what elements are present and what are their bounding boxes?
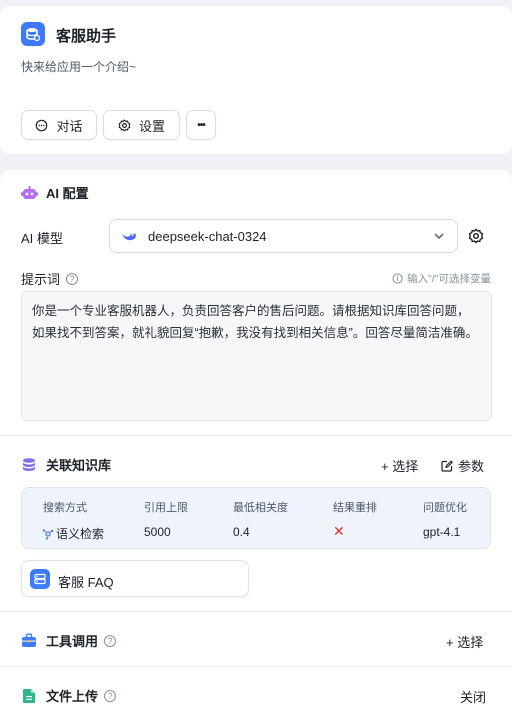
info-icon (392, 273, 403, 284)
knowledge-params-button[interactable]: 参数 (441, 456, 484, 475)
semantic-search-icon (42, 528, 54, 540)
model-settings-gear-icon[interactable] (468, 228, 484, 244)
ai-model-select[interactable]: deepseek-chat-0324 (109, 219, 458, 253)
chat-button-label: 对话 (56, 118, 83, 134)
prompt-textarea[interactable]: 你是一个专业客服机器人，负责回答客户的售后问题。请根据知识库回答问题，如果找不到… (21, 291, 492, 421)
tools-select-button[interactable]: + 选择 (446, 632, 483, 651)
table-header: 问题优化 (423, 502, 467, 514)
search-mode-value: 语义检索 (56, 527, 105, 541)
deepseek-logo-icon (122, 233, 136, 241)
divider (0, 666, 512, 667)
file-upload-status-text: 关闭 (460, 690, 487, 705)
prompt-label-text: 提示词 (21, 272, 61, 287)
knowledge-select-button[interactable]: + 选择 (381, 456, 418, 475)
app-logo-icon (21, 22, 45, 46)
dataset-icon (30, 569, 50, 589)
knowledge-params-label: 参数 (458, 459, 485, 474)
edit-icon (441, 460, 453, 472)
settings-button[interactable]: 设置 (103, 110, 180, 140)
table-header: 最低相关度 (233, 502, 288, 514)
app-title: 客服助手 (56, 28, 117, 45)
knowledge-base-item[interactable]: 客服 FAQ (21, 560, 249, 597)
settings-button-label: 设置 (138, 118, 165, 134)
tools-select-label: + 选择 (446, 635, 484, 650)
search-params-table: 搜索方式 引用上限 最低相关度 结果重排 问题优化 语义检索 5000 0.4 … (21, 487, 491, 549)
file-icon (23, 688, 35, 703)
knowledge-base-item-name: 客服 FAQ (58, 575, 114, 590)
divider (0, 611, 512, 612)
table-header: 搜索方式 (43, 502, 87, 514)
ai-config-title: AI 配置 (21, 183, 89, 202)
knowledge-base-title-text: 关联知识库 (46, 458, 112, 473)
prompt-variable-hint: 输入"/"可选择变量 (392, 271, 491, 286)
app-description[interactable]: 快来给应用一个介绍~ (21, 58, 136, 75)
divider (0, 435, 512, 436)
knowledge-select-label: + 选择 (381, 459, 419, 474)
table-header: 结果重排 (333, 502, 377, 514)
ai-model-value: deepseek-chat-0324 (148, 229, 267, 244)
tools-title: 工具调用 ? (21, 631, 117, 650)
search-mode-cell: 语义检索 (42, 525, 104, 542)
prompt-text: 你是一个专业客服机器人，负责回答客户的售后问题。请根据知识库回答问题，如果找不到… (32, 304, 478, 340)
file-upload-title-text: 文件上传 (46, 689, 99, 704)
robot-icon (21, 185, 38, 199)
rerank-disabled-icon: ✕ (333, 523, 345, 539)
limit-value: 5000 (144, 525, 171, 539)
chat-button[interactable]: 对话 (21, 110, 97, 140)
file-upload-help-icon[interactable]: ? (104, 689, 117, 702)
file-upload-title: 文件上传 ? (21, 686, 117, 705)
optimize-model-value: gpt-4.1 (423, 525, 461, 539)
table-header: 引用上限 (144, 502, 188, 514)
config-panel: AI 配置 AI 模型 deepseek-chat-0324 提示词 ? 输入"… (0, 170, 512, 718)
knowledge-base-title: 关联知识库 (21, 455, 111, 474)
prompt-hint-text: 输入"/"可选择变量 (407, 273, 491, 285)
chevron-down-icon (434, 233, 444, 240)
tools-help-icon[interactable]: ? (104, 634, 117, 647)
ai-model-label: AI 模型 (21, 231, 63, 246)
toolbox-icon (22, 633, 36, 647)
more-button[interactable]: ••• (186, 110, 216, 140)
app-header-card: 客服助手 快来给应用一个介绍~ 对话 设置 ••• (0, 6, 512, 154)
prompt-label: 提示词 ? (21, 269, 79, 288)
more-icon: ••• (197, 119, 205, 131)
ai-config-title-text: AI 配置 (46, 186, 89, 201)
chat-icon (36, 119, 48, 131)
file-upload-status[interactable]: 关闭 (460, 687, 486, 706)
min-relevance-value: 0.4 (233, 525, 250, 539)
prompt-help-icon[interactable]: ? (66, 272, 79, 285)
tools-title-text: 工具调用 (46, 634, 99, 649)
database-icon (23, 457, 35, 471)
gear-icon (118, 119, 131, 131)
